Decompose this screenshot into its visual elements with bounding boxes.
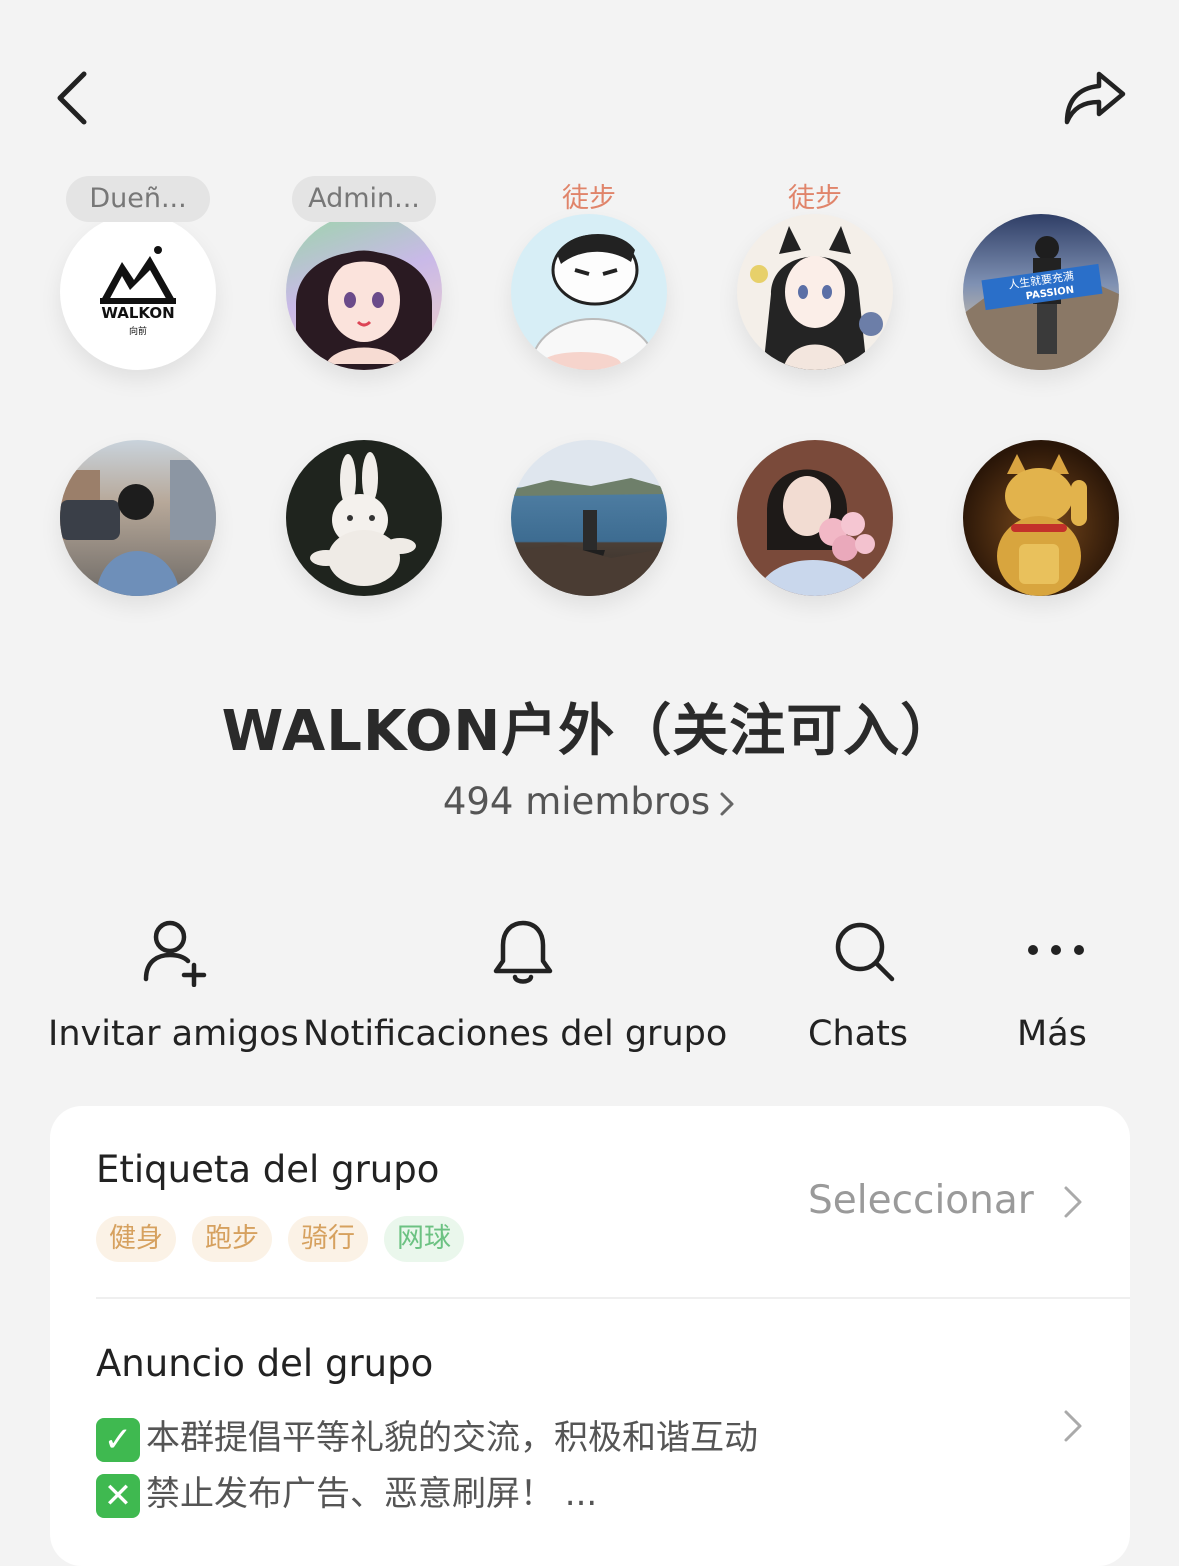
action-label-notifications[interactable]: Notificaciones del grupo	[303, 1014, 727, 1054]
member-owner[interactable]: WALKON 向前 Dueñ...	[60, 176, 216, 370]
select-tag-button[interactable]: Seleccionar	[808, 1178, 1034, 1223]
tag-chip: 跑步	[192, 1216, 272, 1262]
announcement-title: Anuncio del grupo	[96, 1342, 434, 1385]
role-badge: 徒步	[788, 183, 842, 214]
member-5[interactable]: 人生就要充满 PASSION	[963, 214, 1119, 370]
announcement-text-2: 禁止发布广告、恶意刷屏！ ...	[146, 1474, 598, 1514]
logo-text: WALKON	[101, 304, 174, 322]
role-badge: Dueñ...	[66, 176, 210, 222]
member-admin[interactable]: Admin...	[286, 176, 442, 370]
girl-with-flowers-icon	[757, 469, 875, 596]
anime-girl-portrait-icon	[296, 250, 432, 370]
more-dots-icon	[1028, 945, 1084, 955]
members-count: 494 miembros	[442, 780, 711, 823]
chevron-left-icon	[57, 71, 87, 125]
white-rabbit-icon	[310, 452, 416, 586]
avatar[interactable]	[511, 440, 667, 596]
group-tag-title: Etiqueta del grupo	[96, 1148, 440, 1191]
check-mark-icon: ✓	[96, 1417, 140, 1462]
search-icon	[835, 922, 895, 982]
add-person-icon	[143, 920, 207, 987]
member-10[interactable]	[963, 440, 1119, 596]
chevron-right-icon	[720, 792, 734, 815]
cross-mark-icon: ✕	[96, 1473, 140, 1518]
share-button[interactable]	[1058, 62, 1132, 132]
member-8[interactable]	[511, 440, 667, 596]
lake-landscape-icon	[511, 478, 667, 596]
action-label-chats[interactable]: Chats	[808, 1014, 908, 1054]
mountain-banner-icon: 人生就要充满 PASSION	[963, 236, 1119, 370]
bell-icon	[493, 920, 553, 984]
avatar[interactable]	[737, 214, 893, 370]
action-label-invite[interactable]: Invitar amigos	[48, 1014, 299, 1054]
lucky-cat-icon	[997, 454, 1087, 596]
avatar[interactable]: 人生就要充满 PASSION	[963, 214, 1119, 370]
walkon-logo-icon: WALKON 向前	[100, 246, 176, 337]
tag-chip: 健身	[96, 1216, 176, 1262]
share-arrow-icon	[1064, 71, 1126, 125]
member-6[interactable]	[60, 440, 216, 596]
member-4[interactable]: 徒步	[737, 183, 893, 370]
tag-chip: 网球	[384, 1216, 464, 1262]
announcement-text-1: 本群提倡平等礼貌的交流，积极和谐互动	[146, 1418, 758, 1458]
member-7[interactable]	[286, 440, 442, 596]
avatar[interactable]	[286, 440, 442, 596]
avatar[interactable]	[511, 214, 667, 370]
avatar[interactable]	[963, 440, 1119, 596]
role-badge: Admin...	[292, 176, 436, 222]
member-9[interactable]	[737, 440, 893, 596]
anime-cat-girl-icon	[750, 226, 883, 370]
chevron-right-icon	[1064, 1186, 1082, 1218]
cartoon-boy-icon	[529, 233, 659, 370]
street-selfie-icon	[60, 460, 216, 596]
avatar[interactable]	[286, 214, 442, 370]
chevron-right-icon	[1064, 1410, 1082, 1442]
action-label-more[interactable]: Más	[1017, 1014, 1087, 1054]
back-button[interactable]	[40, 62, 104, 134]
announcement-line-1: ✓ 本群提倡平等礼貌的交流，积极和谐互动	[96, 1410, 758, 1462]
group-title: WALKON户外（关注可入）	[221, 699, 958, 764]
logo-subtext: 向前	[129, 325, 147, 337]
tag-chip: 骑行	[288, 1216, 368, 1262]
avatar[interactable]	[737, 440, 893, 596]
avatar[interactable]: WALKON 向前	[60, 214, 216, 370]
avatar[interactable]	[60, 440, 216, 596]
members-count-link[interactable]: 494 miembros	[0, 780, 1179, 823]
announcement-line-2: ✕ 禁止发布广告、恶意刷屏！ ...	[96, 1466, 597, 1518]
role-badge: 徒步	[562, 183, 616, 214]
member-3[interactable]: 徒步	[511, 183, 667, 370]
